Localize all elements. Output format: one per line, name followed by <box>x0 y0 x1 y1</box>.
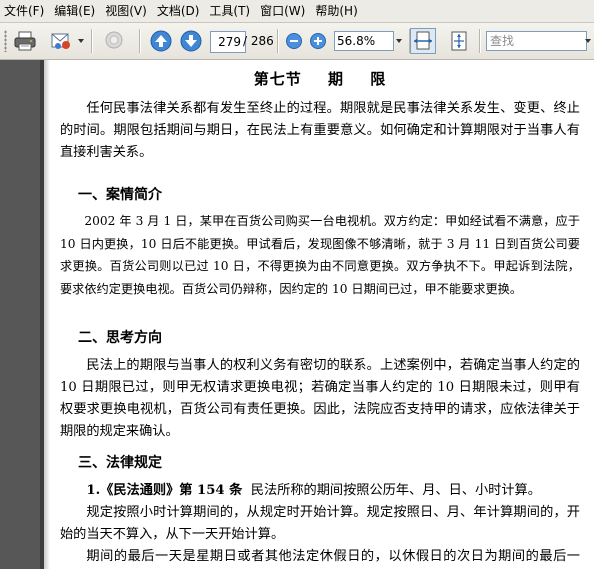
print-button[interactable] <box>12 29 38 53</box>
fit-page-icon <box>451 31 467 51</box>
zoom-dropdown-button[interactable] <box>393 31 405 51</box>
toolbar-separator <box>91 29 92 53</box>
law-article-title: 1.《民法通则》第 154 条 <box>86 483 243 498</box>
heading-case-summary: 一、案情简介 <box>78 187 162 203</box>
chevron-down-icon <box>396 39 402 43</box>
section-title: 第七节 期 限 <box>253 70 387 88</box>
toolbar: / 286 56.8% <box>0 23 594 60</box>
zoom-level-field[interactable]: 56.8% <box>334 31 394 51</box>
menu-view[interactable]: 视图(V) <box>100 0 152 22</box>
fit-width-button[interactable] <box>410 28 436 54</box>
next-page-icon <box>180 30 202 52</box>
menu-tools[interactable]: 工具(T) <box>204 0 255 22</box>
page-shadow <box>44 60 50 569</box>
menu-window[interactable]: 窗口(W) <box>255 0 310 22</box>
toolbar-separator <box>139 29 140 53</box>
navigation-pane[interactable] <box>0 60 44 569</box>
menu-bar: 文件(F) 编辑(E) 视图(V) 文档(D) 工具(T) 窗口(W) 帮助(H… <box>0 0 594 23</box>
search-input[interactable]: 查找 <box>486 31 587 51</box>
previous-page-icon <box>150 30 172 52</box>
toolbar-grip[interactable] <box>4 30 7 52</box>
thinking-paragraph: 民法上的期限与当事人的权利义务有密切的联系。上述案例中，若确定当事人约定的 10… <box>60 358 580 439</box>
email-button[interactable] <box>48 29 74 53</box>
fit-width-icon <box>414 31 432 50</box>
disabled-tool-button[interactable] <box>102 29 128 53</box>
zoom-in-button[interactable] <box>309 32 327 50</box>
toolbar-separator <box>479 29 480 53</box>
previous-page-button[interactable] <box>149 29 173 53</box>
intro-paragraph: 任何民事法律关系都有发生至终止的过程。期限就是民事法律关系发生、变更、终止的时间… <box>60 101 580 160</box>
law-paragraph-2: 规定按照小时计算期间的，从规定时开始计算。规定按照日、月、年计算期间的，开始的当… <box>60 505 580 542</box>
document-view[interactable]: 第七节 期 限 任何民事法律关系都有发生至终止的过程。期限就是民事法律关系发生、… <box>44 60 594 569</box>
heading-legal-provisions: 三、法律规定 <box>78 455 162 471</box>
fit-page-button[interactable] <box>447 29 471 53</box>
next-page-button[interactable] <box>179 29 203 53</box>
zoom-in-icon <box>310 33 326 49</box>
search-dropdown-icon[interactable] <box>585 39 591 43</box>
zoom-out-icon <box>286 33 302 49</box>
law-article-line: 1.《民法通则》第 154 条 民法所称的期间按照公历年、月、日、小时计算。 <box>60 480 580 502</box>
menu-file[interactable]: 文件(F) <box>0 0 49 22</box>
law-paragraph-3: 期间的最后一天是星期日或者其他法定休假日的，以休假日的次日为期间的最后一天。 <box>86 549 580 564</box>
case-paragraph: 2002 年 3 月 1 日，某甲在百货公司购买一台电视机。双方约定：甲如经试看… <box>60 214 580 296</box>
page-count: / 286 <box>243 34 274 48</box>
toolbar-separator <box>277 29 278 53</box>
disabled-search-icon <box>105 31 123 49</box>
menu-edit[interactable]: 编辑(E) <box>49 0 100 22</box>
page-number-input[interactable] <box>210 31 246 53</box>
heading-thinking-direction: 二、思考方向 <box>78 330 162 346</box>
email-dropdown-icon[interactable] <box>78 39 84 43</box>
menu-document[interactable]: 文档(D) <box>152 0 205 22</box>
menu-help[interactable]: 帮助(H) <box>310 0 362 22</box>
zoom-out-button[interactable] <box>285 32 303 50</box>
email-icon <box>51 33 70 49</box>
law-article-text: 民法所称的期间按照公历年、月、日、小时计算。 <box>250 483 541 498</box>
printer-icon <box>14 31 36 51</box>
